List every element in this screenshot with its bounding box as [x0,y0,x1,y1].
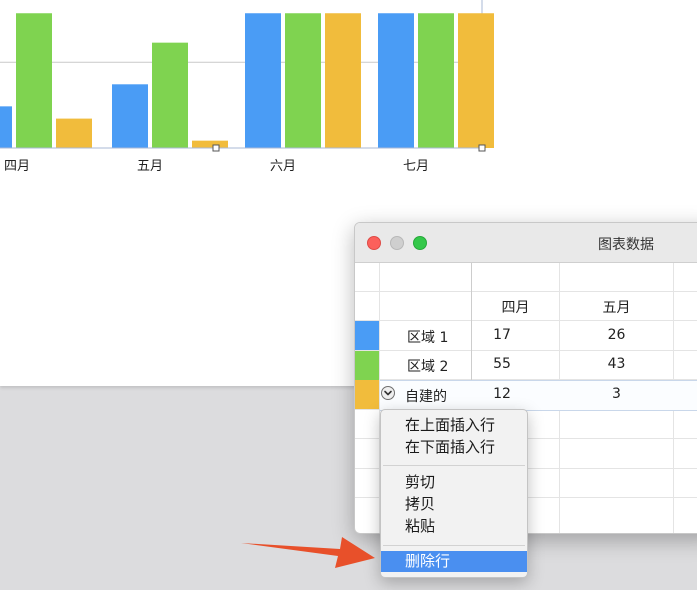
menu-item-cut[interactable]: 剪切 [381,472,527,493]
row-label-region-1[interactable]: 区域 1 [407,327,448,347]
bar-2-3[interactable] [285,13,321,148]
menu-separator [383,465,525,466]
menu-item-delete-row[interactable]: 删除行 [381,551,527,572]
x-tick-label: 七月 [403,159,429,174]
row-label-region-2[interactable]: 区域 2 [407,356,448,376]
bar-2-2[interactable] [152,42,188,148]
selection-handle[interactable] [478,144,486,152]
bar-3-3[interactable] [325,13,361,148]
menu-item-paste[interactable]: 粘贴 [381,516,527,537]
chevron-down-icon [384,390,392,396]
bar-1-3[interactable] [245,13,281,148]
column-header-april[interactable]: 四月 [472,297,559,317]
window-titlebar[interactable]: 图表数据 [355,223,697,263]
table-cell[interactable]: 55 [472,356,532,372]
column-header-may[interactable]: 五月 [560,297,673,317]
table-cell[interactable]: 3 [560,386,673,402]
row-color-swatch[interactable] [355,321,379,350]
table-cell[interactable]: 43 [560,356,673,372]
bar-1-2[interactable] [112,84,148,148]
x-tick-label: 四月 [4,159,30,174]
table-cell[interactable]: 17 [472,327,532,343]
bar-1-4[interactable] [378,13,414,148]
window-title: 图表数据 [598,237,654,253]
bar-2-1[interactable] [16,13,52,148]
x-tick-label: 六月 [270,159,296,174]
menu-item-insert-above[interactable]: 在上面插入行 [381,415,527,436]
row-color-swatch[interactable] [355,351,379,380]
bar-1-1[interactable] [0,106,12,148]
bar-2-4[interactable] [418,13,454,148]
bar-3-1[interactable] [56,118,92,148]
bar-3-4[interactable] [458,13,494,148]
menu-item-copy[interactable]: 拷贝 [381,494,527,515]
zoom-window-button[interactable] [413,236,427,250]
x-tick-label: 五月 [137,159,163,174]
row-color-swatch[interactable] [355,380,379,409]
table-cell[interactable]: 26 [560,327,673,343]
bar-3-2[interactable] [192,140,228,148]
selection-handle[interactable] [212,144,220,152]
row-label-custom[interactable]: 自建的 [405,386,447,406]
row-context-menu: 在上面插入行 在下面插入行 剪切 拷贝 粘贴 删除行 [380,409,528,578]
menu-item-insert-below[interactable]: 在下面插入行 [381,437,527,458]
minimize-window-button[interactable] [390,236,404,250]
close-window-button[interactable] [367,236,381,250]
row-menu-chevron-button[interactable] [381,386,395,400]
menu-separator [383,545,525,546]
table-cell[interactable]: 12 [472,386,532,402]
